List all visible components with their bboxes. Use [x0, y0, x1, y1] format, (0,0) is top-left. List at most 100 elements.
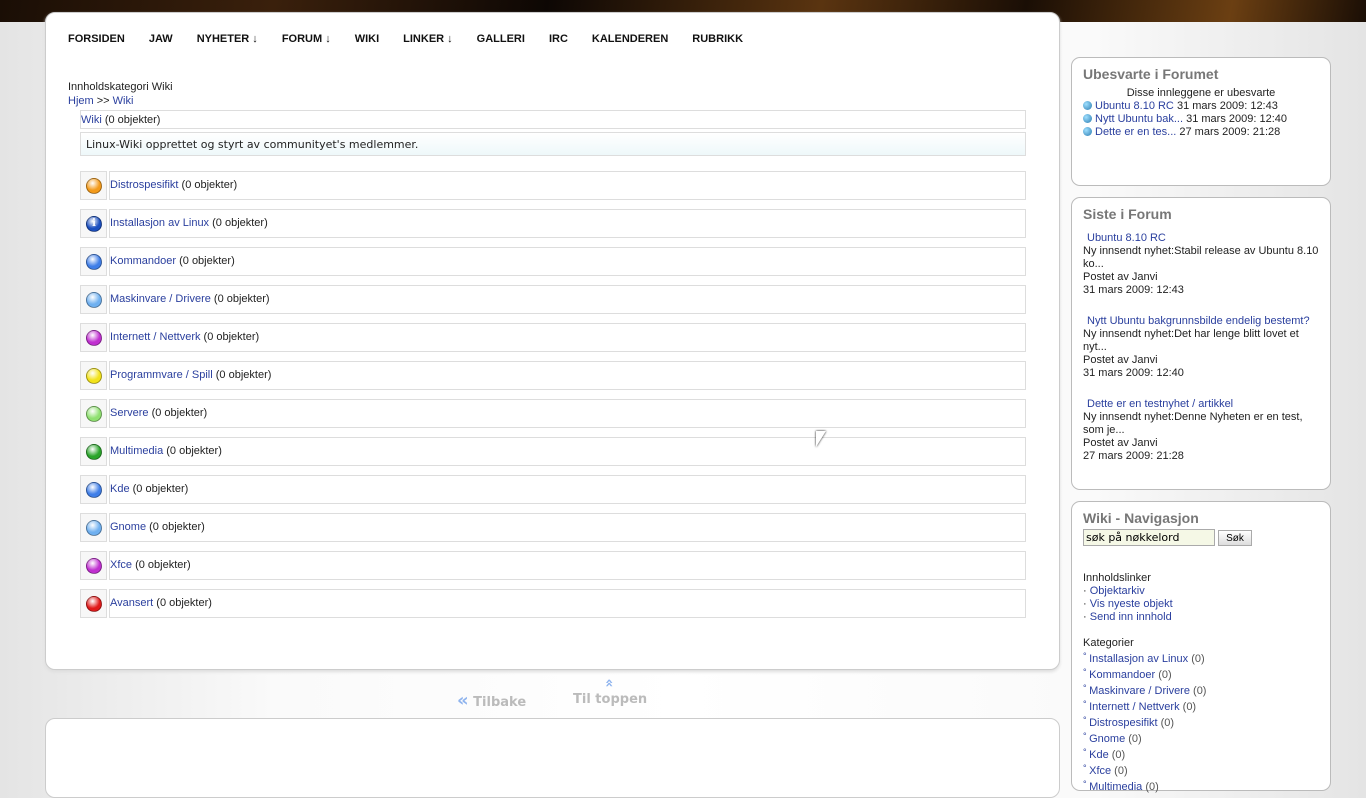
nav-item-4[interactable]: WIKI	[355, 33, 379, 45]
category-icon-cell	[80, 437, 107, 466]
topic-link[interactable]: Dette er en testnyhet / artikkel	[1083, 398, 1319, 411]
nav-item-9[interactable]: RUBRIKK	[692, 33, 743, 45]
category-row: Avansert (0 objekter)	[80, 589, 1026, 618]
category-count: (0 objekter)	[178, 179, 238, 191]
nav-category-link[interactable]: Internett / Nettverk	[1089, 701, 1179, 713]
category-link[interactable]: Kommandoer	[110, 255, 176, 267]
crumb-home[interactable]: Hjem	[68, 95, 94, 107]
category-icon-cell	[80, 399, 107, 428]
search-button[interactable]: Søk	[1218, 530, 1252, 546]
nav-category-link[interactable]: Maskinvare / Drivere	[1089, 685, 1190, 697]
nav-item-6[interactable]: GALLERI	[477, 33, 525, 45]
unanswered-item: Dette er en tes... 27 mars 2009: 21:28	[1083, 126, 1319, 139]
search-input[interactable]	[1083, 529, 1215, 546]
nav-category-item: ° Multimedia (0)	[1083, 778, 1319, 794]
category-link[interactable]: Programmvare / Spill	[110, 369, 213, 381]
category-row: Programmvare / Spill (0 objekter)	[80, 361, 1026, 390]
topic-link[interactable]: Ubuntu 8.10 RC	[1095, 100, 1174, 112]
topic-link[interactable]: Ubuntu 8.10 RC	[1083, 232, 1319, 245]
nav-item-0[interactable]: FORSIDEN	[68, 33, 125, 45]
nav-category-count: (0)	[1111, 765, 1128, 777]
category-row: Kommandoer (0 objekter)	[80, 247, 1026, 276]
nav-category-item: ° Installasjon av Linux (0)	[1083, 650, 1319, 666]
category-icon-cell	[80, 551, 107, 580]
latest-forum-box: Siste i Forum Ubuntu 8.10 RC Ny innsendt …	[1071, 197, 1331, 490]
nav-category-link[interactable]: Distrospesifikt	[1089, 717, 1157, 729]
bullet-icon: ·	[1083, 585, 1090, 597]
category-description: Linux-Wiki opprettet og styrt av communi…	[80, 132, 1026, 156]
category-text-cell: Gnome (0 objekter)	[109, 513, 1026, 542]
crumb-wiki[interactable]: Wiki	[113, 95, 134, 107]
category-row: Internett / Nettverk (0 objekter)	[80, 323, 1026, 352]
back-label: Tilbake	[473, 695, 527, 710]
wiki-nav-box: Wiki - Navigasjon Søk Innholdslinker · O…	[1071, 501, 1331, 794]
category-header: Wiki (0 objekter)	[80, 110, 1026, 129]
orb-icon	[86, 482, 102, 498]
content-link[interactable]: Vis nyeste objekt	[1090, 598, 1173, 610]
nav-category-count: (0)	[1179, 701, 1197, 713]
nav-category-link[interactable]: Installasjon av Linux	[1089, 653, 1188, 665]
nav-category-link[interactable]: Multimedia	[1089, 781, 1142, 793]
back-button[interactable]: « Tilbake	[457, 690, 526, 711]
nav-category-count: (0)	[1188, 653, 1205, 665]
nav-item-5[interactable]: LINKER ↓	[403, 33, 453, 45]
wiki-link[interactable]: Wiki	[81, 114, 102, 126]
nav-item-3[interactable]: FORUM ↓	[282, 33, 331, 45]
crumb-separator: >>	[93, 95, 113, 107]
category-link[interactable]: Xfce	[110, 559, 132, 571]
nav-category-link[interactable]: Gnome	[1089, 733, 1125, 745]
nav-item-1[interactable]: JAW	[149, 33, 173, 45]
category-link[interactable]: Gnome	[110, 521, 146, 533]
category-link[interactable]: Kde	[110, 483, 130, 495]
category-text-cell: Kde (0 objekter)	[109, 475, 1026, 504]
category-row: Kde (0 objekter)	[80, 475, 1026, 504]
content-link[interactable]: Objektarkiv	[1090, 585, 1145, 597]
top-button[interactable]: « Til toppen	[573, 676, 647, 707]
nav-item-8[interactable]: KALENDEREN	[592, 33, 668, 45]
category-link[interactable]: Maskinvare / Drivere	[110, 293, 211, 305]
category-count: (0 objekter)	[146, 521, 205, 533]
content-link[interactable]: Send inn innhold	[1090, 611, 1172, 623]
category-link[interactable]: Multimedia	[110, 445, 163, 457]
categories-title: Kategorier	[1083, 637, 1134, 649]
category-text-cell: Programmvare / Spill (0 objekter)	[109, 361, 1026, 390]
info-icon: i	[86, 216, 102, 232]
nav-category-item: ° Gnome (0)	[1083, 730, 1319, 746]
category-link[interactable]: Internett / Nettverk	[110, 331, 200, 343]
topic-link[interactable]: Nytt Ubuntu bakgrunnsbilde endelig beste…	[1083, 315, 1319, 328]
main-nav: FORSIDEN JAW NYHETER ↓ FORUM ↓ WIKI LINKER ↓ G…	[68, 33, 767, 45]
category-row: Servere (0 objekter)	[80, 399, 1026, 428]
category-count: (0 objekter)	[132, 559, 191, 571]
topic-date: 31 mars 2009: 12:40	[1183, 113, 1288, 125]
latest-item: Nytt Ubuntu bakgrunnsbilde endelig beste…	[1083, 315, 1319, 380]
nav-item-2[interactable]: NYHETER ↓	[197, 33, 258, 45]
globe-icon	[1083, 114, 1092, 123]
unanswered-box: Ubesvarte i Forumet Disse innleggene er …	[1071, 57, 1331, 186]
category-row: Multimedia (0 objekter)	[80, 437, 1026, 466]
content-link-item: · Vis nyeste objekt	[1083, 598, 1319, 611]
box-title: Ubesvarte i Forumet	[1083, 66, 1219, 82]
category-link[interactable]: Distrospesifikt	[110, 179, 178, 191]
category-text-cell: Distrospesifikt (0 objekter)	[109, 171, 1026, 200]
category-row: Xfce (0 objekter)	[80, 551, 1026, 580]
category-text-cell: Installasjon av Linux (0 objekter)	[109, 209, 1026, 238]
nav-category-count: (0)	[1125, 733, 1142, 745]
category-icon-cell	[80, 513, 107, 542]
nav-category-link[interactable]: Kde	[1089, 749, 1109, 761]
topic-text: Ny innsendt nyhet:Denne Nyheten er en te…	[1083, 411, 1303, 436]
category-link[interactable]: Installasjon av Linux	[110, 217, 209, 229]
category-text-cell: Multimedia (0 objekter)	[109, 437, 1026, 466]
category-icon-cell	[80, 323, 107, 352]
nav-item-7[interactable]: IRC	[549, 33, 568, 45]
nav-category-link[interactable]: Xfce	[1089, 765, 1111, 777]
topic-text: Ny innsendt nyhet:Det har lenge blitt lo…	[1083, 328, 1299, 353]
topic-link[interactable]: Nytt Ubuntu bak...	[1095, 113, 1183, 125]
category-link[interactable]: Avansert	[110, 597, 153, 609]
nav-category-link[interactable]: Kommandoer	[1089, 669, 1155, 681]
category-count: (0 objekter)	[176, 255, 235, 267]
topic-link[interactable]: Dette er en tes...	[1095, 126, 1176, 138]
category-count: (0 objekter)	[129, 483, 189, 495]
topic-date: 31 mars 2009: 12:40	[1083, 367, 1184, 379]
category-link[interactable]: Servere	[110, 407, 149, 419]
nav-category-count: (0)	[1142, 781, 1159, 793]
